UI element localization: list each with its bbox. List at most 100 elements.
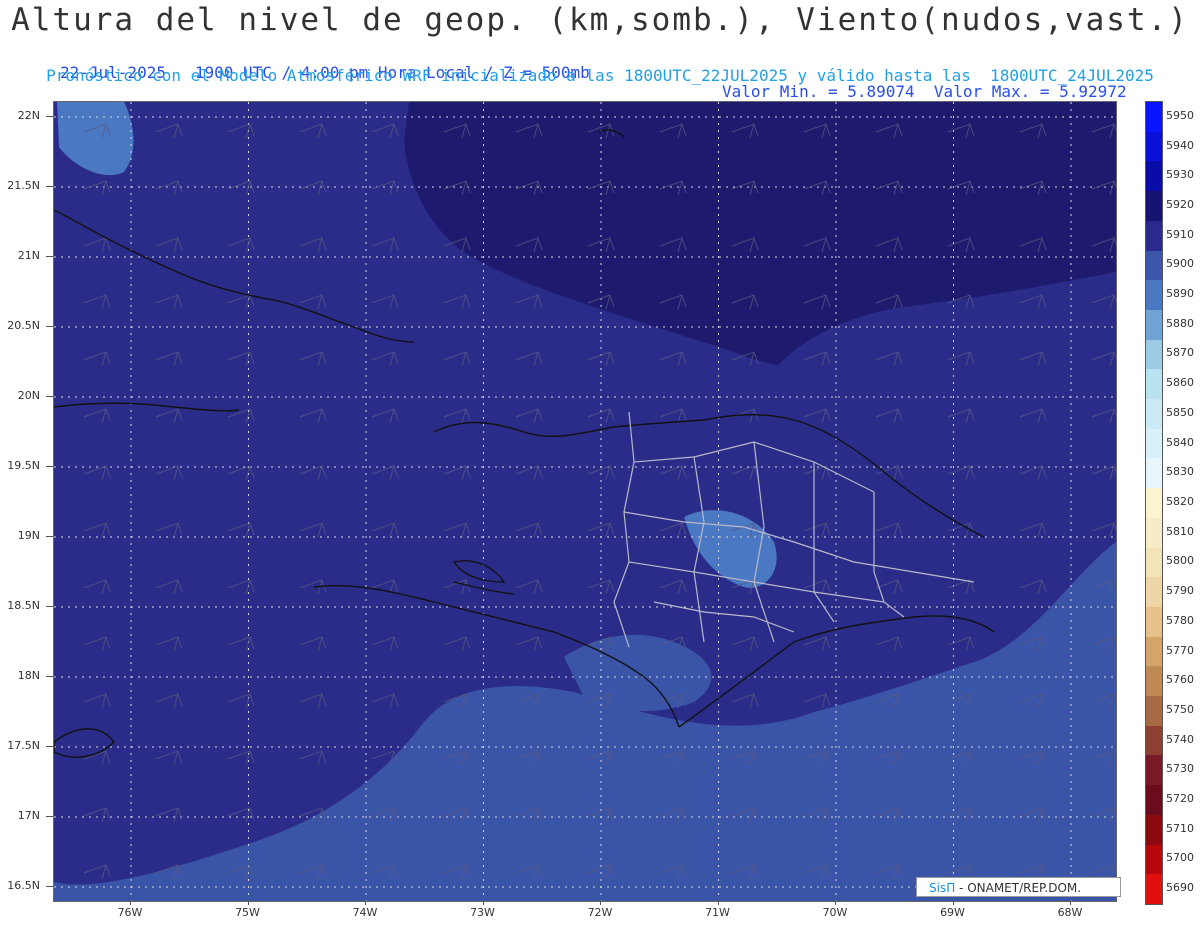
credit-box: SisΠ - ONAMET/REP.DOM. bbox=[916, 877, 1121, 897]
lat-label: 18.5N bbox=[7, 599, 40, 612]
lat-tick bbox=[46, 466, 53, 467]
legend-label: 5890 bbox=[1166, 287, 1194, 301]
legend-label: 5780 bbox=[1166, 613, 1194, 627]
model-line: Pronóstico con el Modelo Atmosférico WRF… bbox=[46, 66, 1154, 85]
lon-label: 76W bbox=[117, 906, 143, 919]
lon-label: 75W bbox=[235, 906, 260, 919]
legend-swatch bbox=[1146, 725, 1162, 756]
legend-label: 5860 bbox=[1166, 376, 1194, 390]
legend-label: 5840 bbox=[1166, 435, 1194, 449]
legend-label: 5940 bbox=[1166, 138, 1194, 152]
lat-label: 19.5N bbox=[7, 459, 40, 472]
legend-label: 5930 bbox=[1166, 168, 1194, 182]
lat-label: 17N bbox=[17, 809, 40, 822]
legend-label: 5900 bbox=[1166, 257, 1194, 271]
lat-label: 20N bbox=[17, 389, 40, 402]
legend-label: 5870 bbox=[1166, 346, 1194, 360]
legend-swatch bbox=[1146, 874, 1162, 905]
map-canvas bbox=[54, 102, 1116, 901]
legend-swatch bbox=[1146, 696, 1162, 727]
lat-label: 21N bbox=[17, 249, 40, 262]
legend-swatch bbox=[1146, 220, 1162, 252]
legend-swatch bbox=[1146, 606, 1162, 638]
lat-tick bbox=[46, 676, 53, 677]
legend-swatch bbox=[1146, 399, 1162, 430]
legend-swatch bbox=[1146, 102, 1162, 133]
lon-label: 69W bbox=[940, 906, 965, 919]
lon-label: 72W bbox=[587, 906, 613, 919]
legend-label: 5850 bbox=[1166, 405, 1194, 419]
lon-tick bbox=[130, 900, 131, 905]
lon-tick bbox=[835, 900, 836, 905]
legend-swatch bbox=[1146, 339, 1162, 370]
legend-swatch bbox=[1146, 636, 1162, 667]
legend-swatch bbox=[1146, 666, 1162, 697]
lon-label: 71W bbox=[705, 906, 730, 919]
lon-tick bbox=[1070, 900, 1071, 905]
lat-label: 17.5N bbox=[7, 739, 40, 752]
legend-label: 5720 bbox=[1166, 792, 1194, 806]
legend-label: 5910 bbox=[1166, 227, 1194, 241]
legend-swatch bbox=[1146, 814, 1162, 846]
lat-label: 18N bbox=[17, 669, 40, 682]
lat-tick bbox=[46, 396, 53, 397]
lat-tick bbox=[46, 116, 53, 117]
lat-label: 21.5N bbox=[7, 179, 40, 192]
legend-label: 5790 bbox=[1166, 584, 1194, 598]
legend-label: 5920 bbox=[1166, 197, 1194, 211]
legend-label: 5880 bbox=[1166, 316, 1194, 330]
legend-label: 5950 bbox=[1166, 108, 1194, 122]
lat-label: 16.5N bbox=[7, 879, 40, 892]
legend-swatch bbox=[1146, 577, 1162, 608]
lon-label: 73W bbox=[470, 906, 495, 919]
legend-label: 5810 bbox=[1166, 524, 1194, 538]
legend-label: 5770 bbox=[1166, 643, 1194, 657]
lon-tick bbox=[365, 900, 366, 905]
legend-swatch bbox=[1146, 250, 1162, 281]
legend-label: 5750 bbox=[1166, 702, 1194, 716]
legend-swatch bbox=[1146, 488, 1162, 519]
legend-swatch bbox=[1146, 458, 1162, 489]
map-panel bbox=[53, 101, 1117, 902]
lat-tick bbox=[46, 886, 53, 887]
legend-swatch bbox=[1146, 280, 1162, 311]
lon-tick bbox=[482, 900, 484, 905]
credit-text: - ONAMET/REP.DOM. bbox=[955, 881, 1082, 895]
color-scale-bar bbox=[1145, 101, 1163, 905]
lat-tick bbox=[46, 186, 53, 187]
chart-title: Altura del nivel de geop. (km,somb.), Vi… bbox=[11, 2, 1189, 38]
legend-label: 5800 bbox=[1166, 554, 1194, 568]
lat-tick bbox=[46, 536, 53, 537]
lon-label: 74W bbox=[352, 906, 378, 919]
lat-tick bbox=[46, 816, 53, 817]
credit-brand: SisΠ bbox=[929, 881, 956, 895]
legend-swatch bbox=[1146, 755, 1162, 786]
legend-label: 5760 bbox=[1166, 673, 1194, 687]
legend-swatch bbox=[1146, 844, 1162, 875]
lon-label: 68W bbox=[1057, 906, 1083, 919]
legend-swatch bbox=[1146, 428, 1162, 459]
lon-label: 70W bbox=[822, 906, 848, 919]
lat-tick bbox=[46, 256, 53, 257]
lat-label: 19N bbox=[17, 529, 40, 542]
lon-tick bbox=[952, 900, 954, 905]
legend-label: 5820 bbox=[1166, 495, 1194, 508]
legend-label: 5730 bbox=[1166, 762, 1194, 776]
legend-swatch bbox=[1146, 309, 1162, 341]
lat-label: 22N bbox=[17, 109, 40, 122]
legend-label: 5740 bbox=[1166, 732, 1194, 746]
lat-tick bbox=[46, 746, 53, 747]
lat-label: 20.5N bbox=[7, 319, 40, 332]
lon-tick bbox=[717, 900, 719, 905]
legend-swatch bbox=[1146, 161, 1162, 192]
legend-label: 5710 bbox=[1166, 821, 1194, 835]
legend-swatch bbox=[1146, 191, 1162, 222]
legend-label: 5690 bbox=[1166, 881, 1194, 895]
lon-tick bbox=[247, 900, 249, 905]
lon-tick bbox=[600, 900, 601, 905]
legend-swatch bbox=[1146, 131, 1162, 162]
legend-swatch bbox=[1146, 547, 1162, 578]
lat-tick bbox=[46, 326, 53, 327]
legend-label: 5830 bbox=[1166, 465, 1194, 479]
legend-label: 5700 bbox=[1166, 851, 1194, 865]
